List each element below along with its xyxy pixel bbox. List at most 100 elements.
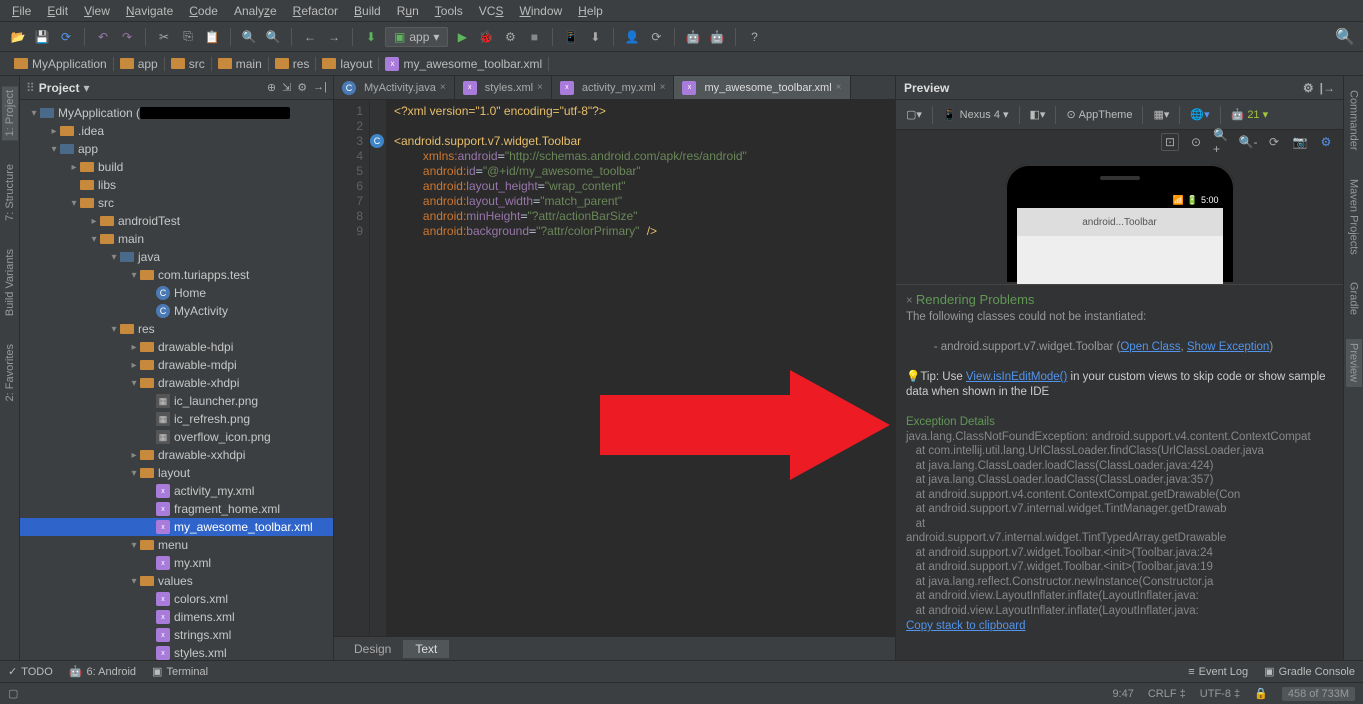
tree-item[interactable]: xactivity_my.xml	[20, 482, 333, 500]
menu-analyze[interactable]: Analyze	[226, 4, 285, 18]
back-icon[interactable]: ←	[300, 27, 320, 47]
find-icon[interactable]: 🔍	[239, 27, 259, 47]
debug-icon[interactable]: 🐞	[476, 27, 496, 47]
crumb-layout[interactable]: layout	[316, 57, 379, 71]
sync-gradle-icon[interactable]: ⟳	[646, 27, 666, 47]
close-icon[interactable]: ×	[906, 295, 916, 307]
close-icon[interactable]: ×	[537, 82, 543, 93]
show-exception-link[interactable]: Show Exception	[1187, 341, 1269, 353]
tree-item[interactable]: ▾java	[20, 248, 333, 266]
tree-item[interactable]: ▾layout	[20, 464, 333, 482]
android2-icon[interactable]: 🤖	[707, 27, 727, 47]
tree-item[interactable]: ▾drawable-xhdpi	[20, 374, 333, 392]
cut-icon[interactable]: ✂	[154, 27, 174, 47]
line-separator[interactable]: CRLF ‡	[1148, 688, 1186, 700]
lock-icon[interactable]: 🔒	[1254, 687, 1268, 700]
android-icon[interactable]: 🤖	[683, 27, 703, 47]
tree-item[interactable]: ▾com.turiapps.test	[20, 266, 333, 284]
project-tree[interactable]: ▾MyApplication ( ▸.idea ▾app ▸build libs…	[20, 100, 333, 660]
monitor-icon[interactable]: 👤	[622, 27, 642, 47]
run-icon[interactable]: ▶	[452, 27, 472, 47]
settings-icon[interactable]: ⚙	[1317, 133, 1335, 151]
tab-terminal[interactable]: ▣ Terminal	[152, 665, 208, 678]
tree-item[interactable]: ▸androidTest	[20, 212, 333, 230]
gear-icon[interactable]: ⚙	[1303, 81, 1314, 95]
tree-item[interactable]: ▾main	[20, 230, 333, 248]
device-selector[interactable]: 📱Nexus 4▾	[939, 106, 1013, 123]
tree-item[interactable]: ▾values	[20, 572, 333, 590]
tree-item[interactable]: ▾menu	[20, 536, 333, 554]
tree-item[interactable]: xdimens.xml	[20, 608, 333, 626]
crumb-file[interactable]: xmy_awesome_toolbar.xml	[379, 57, 549, 71]
menu-code[interactable]: Code	[181, 4, 226, 18]
tab-preview[interactable]: Preview	[1346, 339, 1362, 386]
menu-tools[interactable]: Tools	[427, 4, 471, 18]
tab-structure[interactable]: 7: Structure	[2, 160, 18, 225]
close-icon[interactable]: ×	[836, 82, 842, 93]
orientation-icon[interactable]: ◧▾	[1026, 106, 1050, 123]
gear-icon[interactable]: ⚙	[297, 81, 307, 94]
chevron-down-icon[interactable]: ▾	[83, 81, 89, 95]
tree-item[interactable]: CHome	[20, 284, 333, 302]
tab-todo[interactable]: ✓ TODO	[8, 665, 53, 678]
tab-project[interactable]: 1: Project	[2, 86, 18, 140]
tree-item[interactable]: ▸drawable-hdpi	[20, 338, 333, 356]
crumb-main[interactable]: main	[212, 57, 269, 71]
api-selector[interactable]: 🤖21▾	[1227, 106, 1272, 123]
tree-item-selected[interactable]: xmy_awesome_toolbar.xml	[20, 518, 333, 536]
panel-grip-icon[interactable]: ⠿	[26, 81, 35, 95]
render-problems[interactable]: × Rendering Problems The following class…	[896, 284, 1343, 660]
search-everywhere-icon[interactable]: 🔍	[1335, 27, 1355, 47]
locale-icon[interactable]: 🌐▾	[1186, 106, 1213, 123]
tab-android[interactable]: 🤖 6: Android	[69, 665, 136, 678]
tab-event-log[interactable]: ≡ Event Log	[1188, 665, 1248, 678]
make-icon[interactable]: ⬇	[361, 27, 381, 47]
collapse-icon[interactable]: ⇲	[282, 81, 291, 94]
tree-item[interactable]: ▾res	[20, 320, 333, 338]
paste-icon[interactable]: 📋	[202, 27, 222, 47]
tab-gradle[interactable]: Gradle	[1346, 278, 1362, 319]
forward-icon[interactable]: →	[324, 27, 344, 47]
menu-window[interactable]: Window	[511, 4, 570, 18]
menu-build[interactable]: Build	[346, 4, 389, 18]
encoding[interactable]: UTF-8 ‡	[1200, 688, 1240, 700]
refresh-icon[interactable]: ⟳	[1265, 133, 1283, 151]
run-config-selector[interactable]: ▣ app ▾	[385, 27, 448, 47]
zoom-in-icon[interactable]: 🔍+	[1213, 133, 1231, 151]
tab-commander[interactable]: Commander	[1346, 86, 1362, 155]
tree-item[interactable]: ▸build	[20, 158, 333, 176]
tree-item[interactable]: ▾src	[20, 194, 333, 212]
tree-root[interactable]: ▾MyApplication (	[20, 104, 333, 122]
tree-item[interactable]: libs	[20, 176, 333, 194]
menu-file[interactable]: File	[4, 4, 39, 18]
tree-item[interactable]: ▦ic_launcher.png	[20, 392, 333, 410]
open-class-link[interactable]: Open Class	[1120, 341, 1180, 353]
tab-gradle-console[interactable]: ▣ Gradle Console	[1264, 665, 1355, 678]
help-icon[interactable]: ?	[744, 27, 764, 47]
avd-icon[interactable]: 📱	[561, 27, 581, 47]
zoom-actual-icon[interactable]: ⊙	[1187, 133, 1205, 151]
tree-item[interactable]: xstyles.xml	[20, 644, 333, 660]
copy-stack-link[interactable]: Copy stack to clipboard	[906, 620, 1026, 632]
crumb-src[interactable]: src	[165, 57, 212, 71]
menu-edit[interactable]: Edit	[39, 4, 76, 18]
menu-help[interactable]: Help	[570, 4, 611, 18]
code-editor[interactable]: <?xml version="1.0" encoding="utf-8"?> <…	[386, 100, 895, 636]
tab-build-variants[interactable]: Build Variants	[2, 245, 18, 320]
close-icon[interactable]: ×	[660, 82, 666, 93]
status-hide-icon[interactable]: ▢	[8, 687, 18, 700]
stop-icon[interactable]: ■	[524, 27, 544, 47]
replace-icon[interactable]: 🔍	[263, 27, 283, 47]
crumb-res[interactable]: res	[269, 57, 317, 71]
tree-item[interactable]: CMyActivity	[20, 302, 333, 320]
tree-item[interactable]: ▸drawable-mdpi	[20, 356, 333, 374]
zoom-fit-icon[interactable]: ⊡	[1161, 133, 1179, 151]
crumb-app[interactable]: app	[114, 57, 165, 71]
save-icon[interactable]: 💾	[32, 27, 52, 47]
target-icon[interactable]: ⊕	[267, 81, 276, 94]
tree-item[interactable]: ▾app	[20, 140, 333, 158]
tab-favorites[interactable]: 2: Favorites	[2, 340, 18, 405]
menu-vcs[interactable]: VCS	[471, 4, 512, 18]
memory-indicator[interactable]: 458 of 733M	[1282, 687, 1355, 701]
tree-item[interactable]: ▦overflow_icon.png	[20, 428, 333, 446]
